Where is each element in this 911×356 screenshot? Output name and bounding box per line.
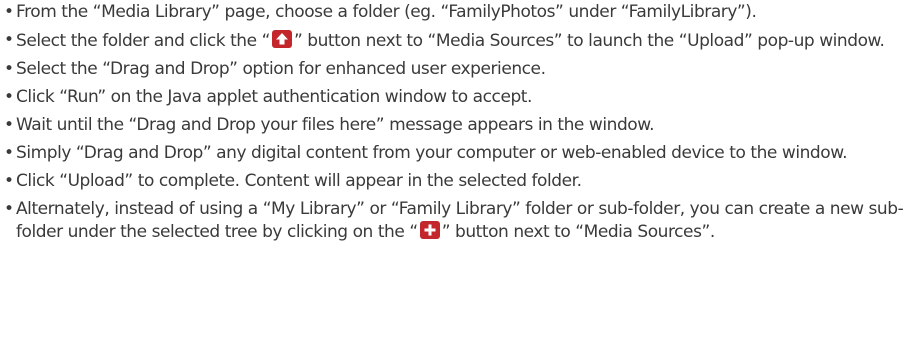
instruction-text: Wait until the “Drag and Drop your files… xyxy=(16,115,655,135)
instructions-document: From the “Media Library” page, choose a … xyxy=(0,0,911,356)
list-item: From the “Media Library” page, choose a … xyxy=(3,2,908,24)
upload-arrow-icon xyxy=(271,30,292,48)
list-item: Wait until the “Drag and Drop your files… xyxy=(3,115,908,137)
list-item: Alternately, instead of using a “My Libr… xyxy=(3,199,908,243)
instruction-text: From the “Media Library” page, choose a … xyxy=(16,2,757,22)
plus-icon xyxy=(419,220,440,239)
instructions-list: From the “Media Library” page, choose a … xyxy=(3,2,908,250)
instruction-text: ” button next to “Media Sources” to laun… xyxy=(293,31,885,51)
instruction-text: Select the “Drag and Drop” option for en… xyxy=(16,59,546,79)
instruction-text: Select the folder and click the “ xyxy=(16,31,270,51)
list-item: Click “Run” on the Java applet authentic… xyxy=(3,87,908,109)
instruction-text: ” button next to “Media Sources”. xyxy=(441,221,716,242)
list-item: Click “Upload” to complete. Content will… xyxy=(3,171,908,193)
list-item: Simply “Drag and Drop” any digital conte… xyxy=(3,143,908,165)
instruction-text: Simply “Drag and Drop” any digital conte… xyxy=(16,143,848,163)
instruction-text: Click “Run” on the Java applet authentic… xyxy=(16,87,532,107)
list-item: Select the folder and click the “ ” butto… xyxy=(3,30,908,53)
instruction-text: Click “Upload” to complete. Content will… xyxy=(16,171,582,191)
list-item: Select the “Drag and Drop” option for en… xyxy=(3,59,908,81)
